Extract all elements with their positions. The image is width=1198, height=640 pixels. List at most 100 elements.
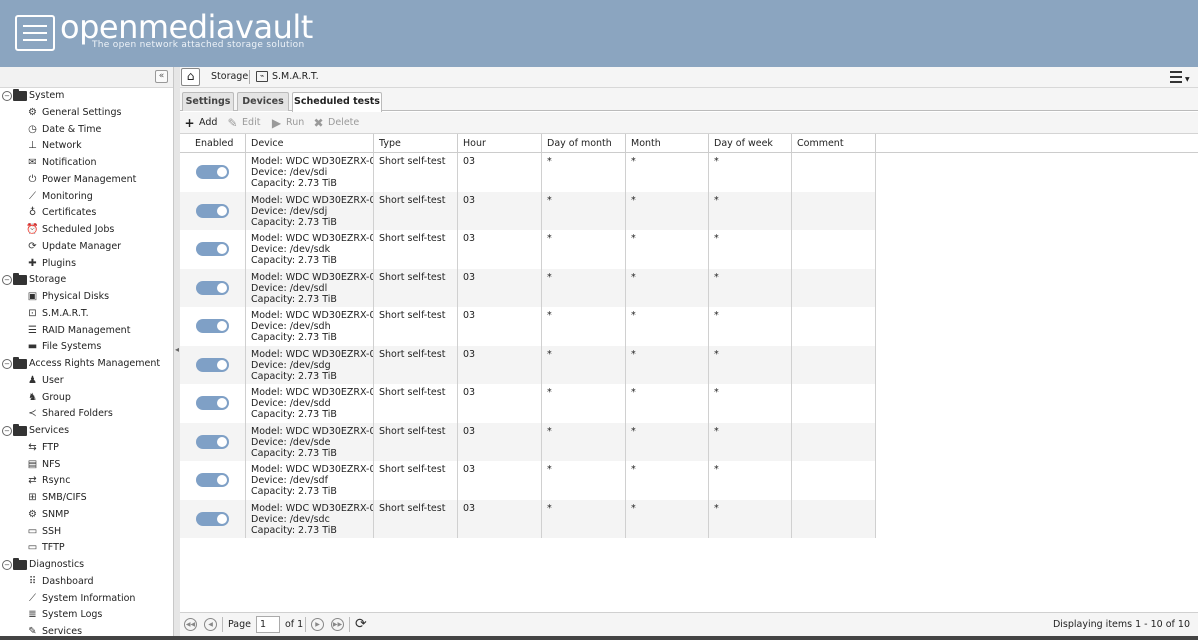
tab-devices[interactable]: Devices xyxy=(237,92,289,111)
power-icon: ⏻ xyxy=(28,173,37,185)
sidebar-item-plugins[interactable]: ✚ Plugins xyxy=(0,256,173,273)
sidebar-item-label: Rsync xyxy=(42,475,71,487)
column-header-enabled[interactable]: Enabled xyxy=(180,134,246,153)
sidebar-item-ssh[interactable]: ▭ SSH xyxy=(0,524,173,541)
sidebar-item-update-manager[interactable]: ⟳ Update Manager xyxy=(0,239,173,256)
sidebar-item-notification[interactable]: ✉ Notification xyxy=(0,155,173,172)
last-page-icon[interactable]: ▶▶ xyxy=(331,618,344,631)
previous-page-icon[interactable]: ◀ xyxy=(204,618,217,631)
sidebar-group-system[interactable]: − System xyxy=(0,88,173,105)
table-row[interactable]: Model: WDC WD30EZRX-0... Device: /dev/sdf… xyxy=(180,461,876,500)
table-row[interactable]: Model: WDC WD30EZRX-0... Device: /dev/sdc… xyxy=(180,499,876,538)
table-row[interactable]: Model: WDC WD30EZRX-0... Device: /dev/sdk… xyxy=(180,230,876,269)
user-icon: ♟ xyxy=(28,374,37,386)
sidebar-item-user[interactable]: ♟ User xyxy=(0,373,173,390)
cell-comment xyxy=(792,345,876,384)
table-row[interactable]: Model: WDC WD30EZRX-0... Device: /dev/sdh… xyxy=(180,307,876,346)
sidebar-item-power-management[interactable]: ⏻ Power Management xyxy=(0,172,173,189)
sidebar-item-certificates[interactable]: ♁ Certificates xyxy=(0,205,173,222)
cell-month: * xyxy=(626,191,709,230)
double-chevron-left-icon[interactable]: « xyxy=(155,70,168,83)
sidebar-item-s-m-a-r-t[interactable]: ⊡ S.M.A.R.T. xyxy=(0,306,173,323)
smart-icon: ⊡ xyxy=(28,307,37,319)
collapse-toggle-icon[interactable]: − xyxy=(2,275,12,286)
enabled-toggle[interactable] xyxy=(196,280,229,295)
add-button[interactable]: + Add xyxy=(183,115,217,131)
sidebar-group-access-rights-management[interactable]: − Access Rights Management xyxy=(0,356,173,373)
sidebar-item-physical-disks[interactable]: ▣ Physical Disks xyxy=(0,289,173,306)
sidebar-item-label: Notification xyxy=(42,157,97,168)
cell-day-of-week: * xyxy=(709,153,792,192)
table-row[interactable]: Model: WDC WD30EZRX-0... Device: /dev/sdl… xyxy=(180,268,876,307)
enabled-toggle[interactable] xyxy=(196,434,229,449)
enabled-toggle[interactable] xyxy=(196,242,229,256)
cell-day-of-month: * xyxy=(542,384,626,423)
sidebar-item-smb-cifs[interactable]: ⊞ SMB/CIFS xyxy=(0,490,173,507)
table-row[interactable]: Model: WDC WD30EZRX-0... Device: /dev/sdg… xyxy=(180,345,876,384)
breadcrumb-storage[interactable]: Storage xyxy=(211,71,248,82)
refresh-icon[interactable]: ⟳ xyxy=(355,616,367,632)
enabled-toggle[interactable] xyxy=(196,203,229,218)
sidebar-item-snmp[interactable]: ⚙ SNMP xyxy=(0,507,173,524)
table-row[interactable]: Model: WDC WD30EZRX-0... Device: /dev/sdi… xyxy=(180,153,876,192)
home-icon[interactable]: ⌂ xyxy=(181,68,200,86)
first-page-icon[interactable]: ◀◀ xyxy=(184,618,197,631)
sidebar-group-storage[interactable]: − Storage xyxy=(0,272,173,289)
sidebar-item-date-time[interactable]: ◷ Date & Time xyxy=(0,122,173,139)
sidebar-item-dashboard[interactable]: ⠿ Dashboard xyxy=(0,574,173,591)
column-header-hour[interactable]: Hour xyxy=(458,134,542,153)
page-number-input[interactable]: 1 xyxy=(256,616,280,633)
column-header-day-of-month[interactable]: Day of month xyxy=(542,134,626,153)
sidebar-group-services[interactable]: − Services xyxy=(0,423,173,440)
sidebar-item-label: Scheduled Jobs xyxy=(42,224,115,235)
collapse-arrow-icon[interactable]: ◂ xyxy=(175,345,179,354)
sidebar-item-group[interactable]: ♞ Group xyxy=(0,390,173,407)
sidebar-item-ftp[interactable]: ⇆ FTP xyxy=(0,440,173,457)
delete-button[interactable]: ✖ Delete xyxy=(312,115,359,131)
hamburger-menu-icon[interactable] xyxy=(15,15,55,51)
sidebar-item-general-settings[interactable]: ⚙ General Settings xyxy=(0,105,173,122)
cell-month: * xyxy=(626,422,709,461)
table-row[interactable]: Model: WDC WD30EZRX-0... Device: /dev/sdj… xyxy=(180,191,876,230)
cell-type: Short self-test xyxy=(374,422,458,461)
enabled-toggle[interactable] xyxy=(196,319,229,333)
enabled-toggle[interactable] xyxy=(196,396,229,410)
enabled-toggle[interactable] xyxy=(196,165,229,179)
device-device: Device: /dev/sdf xyxy=(251,475,328,486)
collapse-toggle-icon[interactable]: − xyxy=(2,91,12,101)
next-page-icon[interactable]: ▶ xyxy=(311,618,324,631)
sidebar-item-system-information[interactable]: ⟋ System Information xyxy=(0,591,173,608)
sidebar-item-network[interactable]: ⊥ Network xyxy=(0,138,173,155)
tab-scheduled-tests[interactable]: Scheduled tests xyxy=(292,92,382,112)
enabled-toggle[interactable] xyxy=(196,357,229,372)
cell-enabled xyxy=(180,461,246,500)
options-menu-icon[interactable]: ▼ xyxy=(1170,71,1190,84)
collapse-toggle-icon[interactable]: − xyxy=(2,560,12,570)
column-header-type[interactable]: Type xyxy=(374,134,458,153)
run-button[interactable]: ▶ Run xyxy=(270,115,304,131)
sidebar-item-system-logs[interactable]: ≣ System Logs xyxy=(0,607,173,624)
collapse-toggle-icon[interactable]: − xyxy=(2,359,12,369)
sidebar-item-shared-folders[interactable]: ≺ Shared Folders xyxy=(0,406,173,423)
table-row[interactable]: Model: WDC WD30EZRX-0... Device: /dev/sde… xyxy=(180,422,876,461)
cell-enabled xyxy=(180,307,246,346)
sidebar-item-rsync[interactable]: ⇄ Rsync xyxy=(0,473,173,490)
sidebar-item-scheduled-jobs[interactable]: ⏰ Scheduled Jobs xyxy=(0,222,173,239)
sidebar-item-monitoring[interactable]: ⟋ Monitoring xyxy=(0,189,173,206)
sidebar-item-nfs[interactable]: ▤ NFS xyxy=(0,457,173,474)
column-header-day-of-week[interactable]: Day of week xyxy=(709,134,792,153)
column-header-device[interactable]: Device xyxy=(246,134,374,153)
sidebar-item-tftp[interactable]: ▭ TFTP xyxy=(0,540,173,557)
collapse-toggle-icon[interactable]: − xyxy=(2,426,12,436)
edit-button[interactable]: ✎ Edit xyxy=(226,115,260,131)
sidebar-item-file-systems[interactable]: ▬ File Systems xyxy=(0,339,173,356)
enabled-toggle[interactable] xyxy=(196,473,229,487)
enabled-toggle[interactable] xyxy=(196,511,229,526)
table-row[interactable]: Model: WDC WD30EZRX-0... Device: /dev/sdd… xyxy=(180,384,876,423)
sidebar-item-label: System Logs xyxy=(42,609,103,621)
sidebar-group-diagnostics[interactable]: − Diagnostics xyxy=(0,557,173,574)
column-header-comment[interactable]: Comment xyxy=(792,134,876,153)
sidebar-item-raid-management[interactable]: ☰ RAID Management xyxy=(0,323,173,340)
tab-settings[interactable]: Settings xyxy=(182,92,234,111)
column-header-month[interactable]: Month xyxy=(626,134,709,153)
